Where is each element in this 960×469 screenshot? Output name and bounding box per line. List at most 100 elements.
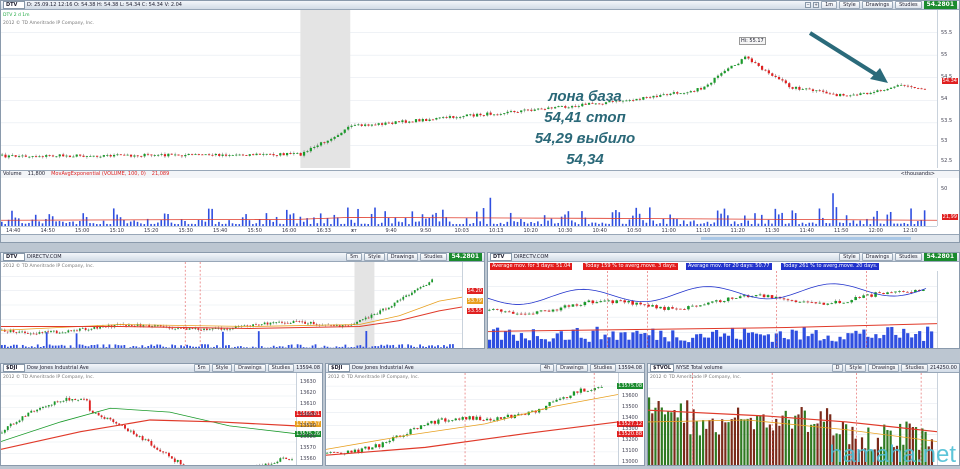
candle	[272, 322, 274, 323]
candle	[479, 417, 481, 420]
style-button[interactable]: Style	[364, 253, 385, 261]
candle	[261, 324, 263, 325]
candle	[285, 458, 287, 459]
candle	[198, 154, 200, 155]
candle	[181, 155, 183, 156]
style-button[interactable]: Style	[845, 364, 866, 372]
candle	[449, 116, 451, 118]
candle	[799, 302, 802, 303]
drawings-button[interactable]: Drawings	[387, 253, 418, 261]
volume-bar	[811, 334, 814, 348]
studies-button[interactable]: Studies	[420, 253, 447, 261]
candle	[391, 123, 393, 124]
drawings-button[interactable]: Drawings	[862, 1, 893, 9]
dji-5m-plot[interactable]	[1, 373, 296, 465]
volume-bar	[64, 346, 66, 348]
drawings-button[interactable]: Drawings	[862, 253, 893, 261]
dji-4h-plot[interactable]	[326, 373, 618, 465]
interval-button[interactable]: 1m	[821, 1, 837, 9]
volume-bar	[297, 344, 299, 348]
copyright-text: 2012 © TD Ameritrade IP Company, Inc.	[3, 21, 94, 26]
sma-line	[1, 408, 296, 441]
candle	[524, 414, 526, 415]
dtv-5m-plot[interactable]	[1, 262, 462, 348]
candle	[293, 153, 295, 154]
candle	[28, 157, 30, 158]
studies-button[interactable]: Studies	[901, 364, 928, 372]
drawings-button[interactable]: Drawings	[556, 364, 587, 372]
candle	[458, 419, 460, 420]
candle	[48, 155, 50, 156]
price-axis	[937, 271, 959, 348]
volume-bar	[671, 330, 674, 348]
volume-bar	[858, 334, 861, 348]
candle	[787, 299, 790, 300]
candle	[496, 417, 498, 420]
volume-bar	[775, 209, 777, 226]
candle	[142, 436, 144, 440]
volume-bar	[524, 338, 527, 348]
price-tick: 13000	[622, 459, 638, 465]
volume-bar	[873, 217, 875, 226]
interval-button[interactable]: 5m	[194, 364, 210, 372]
style-button[interactable]: Style	[212, 364, 233, 372]
drawings-button[interactable]: Drawings	[234, 364, 265, 372]
volume-bar	[46, 332, 48, 348]
candle	[368, 318, 370, 319]
studies-button[interactable]: Studies	[895, 253, 922, 261]
volume-bar	[49, 345, 51, 348]
symbol-field[interactable]: $TVOL	[650, 364, 674, 372]
style-button[interactable]: Style	[839, 1, 860, 9]
volume-bar	[635, 331, 638, 348]
volume-bar	[705, 429, 707, 465]
interval-button[interactable]: D	[832, 364, 844, 372]
zoom-out-icon[interactable]: −	[805, 2, 811, 8]
candle	[623, 300, 626, 302]
studies-button[interactable]: Studies	[895, 1, 922, 9]
candle	[228, 155, 230, 156]
price-tick: 13200	[622, 437, 638, 443]
main-plot[interactable]	[1, 10, 937, 168]
volume-bar	[740, 419, 742, 465]
candle	[310, 148, 312, 151]
volume-bar	[291, 345, 293, 348]
last-price: 54.2801	[924, 253, 957, 261]
zoom-in-icon[interactable]: +	[813, 2, 819, 8]
volume-bar	[488, 340, 491, 348]
volume-bar	[924, 210, 926, 226]
candle	[747, 57, 749, 59]
interval-button[interactable]: 5m	[346, 253, 362, 261]
candle	[106, 155, 108, 156]
candle	[65, 398, 67, 401]
symbol-field[interactable]: $DJI	[328, 364, 350, 372]
symbol-field[interactable]: $DJI	[3, 364, 25, 372]
volume-bar	[395, 217, 397, 226]
candle	[313, 147, 315, 148]
candle	[136, 434, 138, 436]
scroll-thumb[interactable]	[701, 237, 911, 240]
symbol-field[interactable]: DTV	[490, 253, 512, 261]
volume-bar	[61, 345, 63, 348]
studies-button[interactable]: Studies	[268, 364, 295, 372]
candle	[137, 155, 139, 156]
style-button[interactable]: Style	[839, 253, 860, 261]
candle	[303, 152, 305, 156]
candle	[180, 460, 182, 464]
candle	[275, 322, 277, 323]
candle	[205, 154, 207, 155]
dtv-daily-plot[interactable]	[488, 271, 937, 348]
drawings-button[interactable]: Drawings	[868, 364, 899, 372]
symbol-field[interactable]: DTV	[3, 1, 25, 9]
studies-button[interactable]: Studies	[590, 364, 617, 372]
volume-bar	[718, 435, 720, 465]
symbol-field[interactable]: DTV	[3, 253, 25, 261]
volume-bar	[691, 338, 694, 348]
interval-button[interactable]: 4h	[540, 364, 554, 372]
volume-bar	[180, 345, 182, 348]
candle	[85, 328, 87, 330]
volume-bar	[926, 327, 929, 348]
scrollbar[interactable]	[1, 234, 959, 242]
volume-bar	[756, 416, 758, 465]
candle	[838, 301, 841, 303]
volume-bar	[22, 345, 24, 348]
